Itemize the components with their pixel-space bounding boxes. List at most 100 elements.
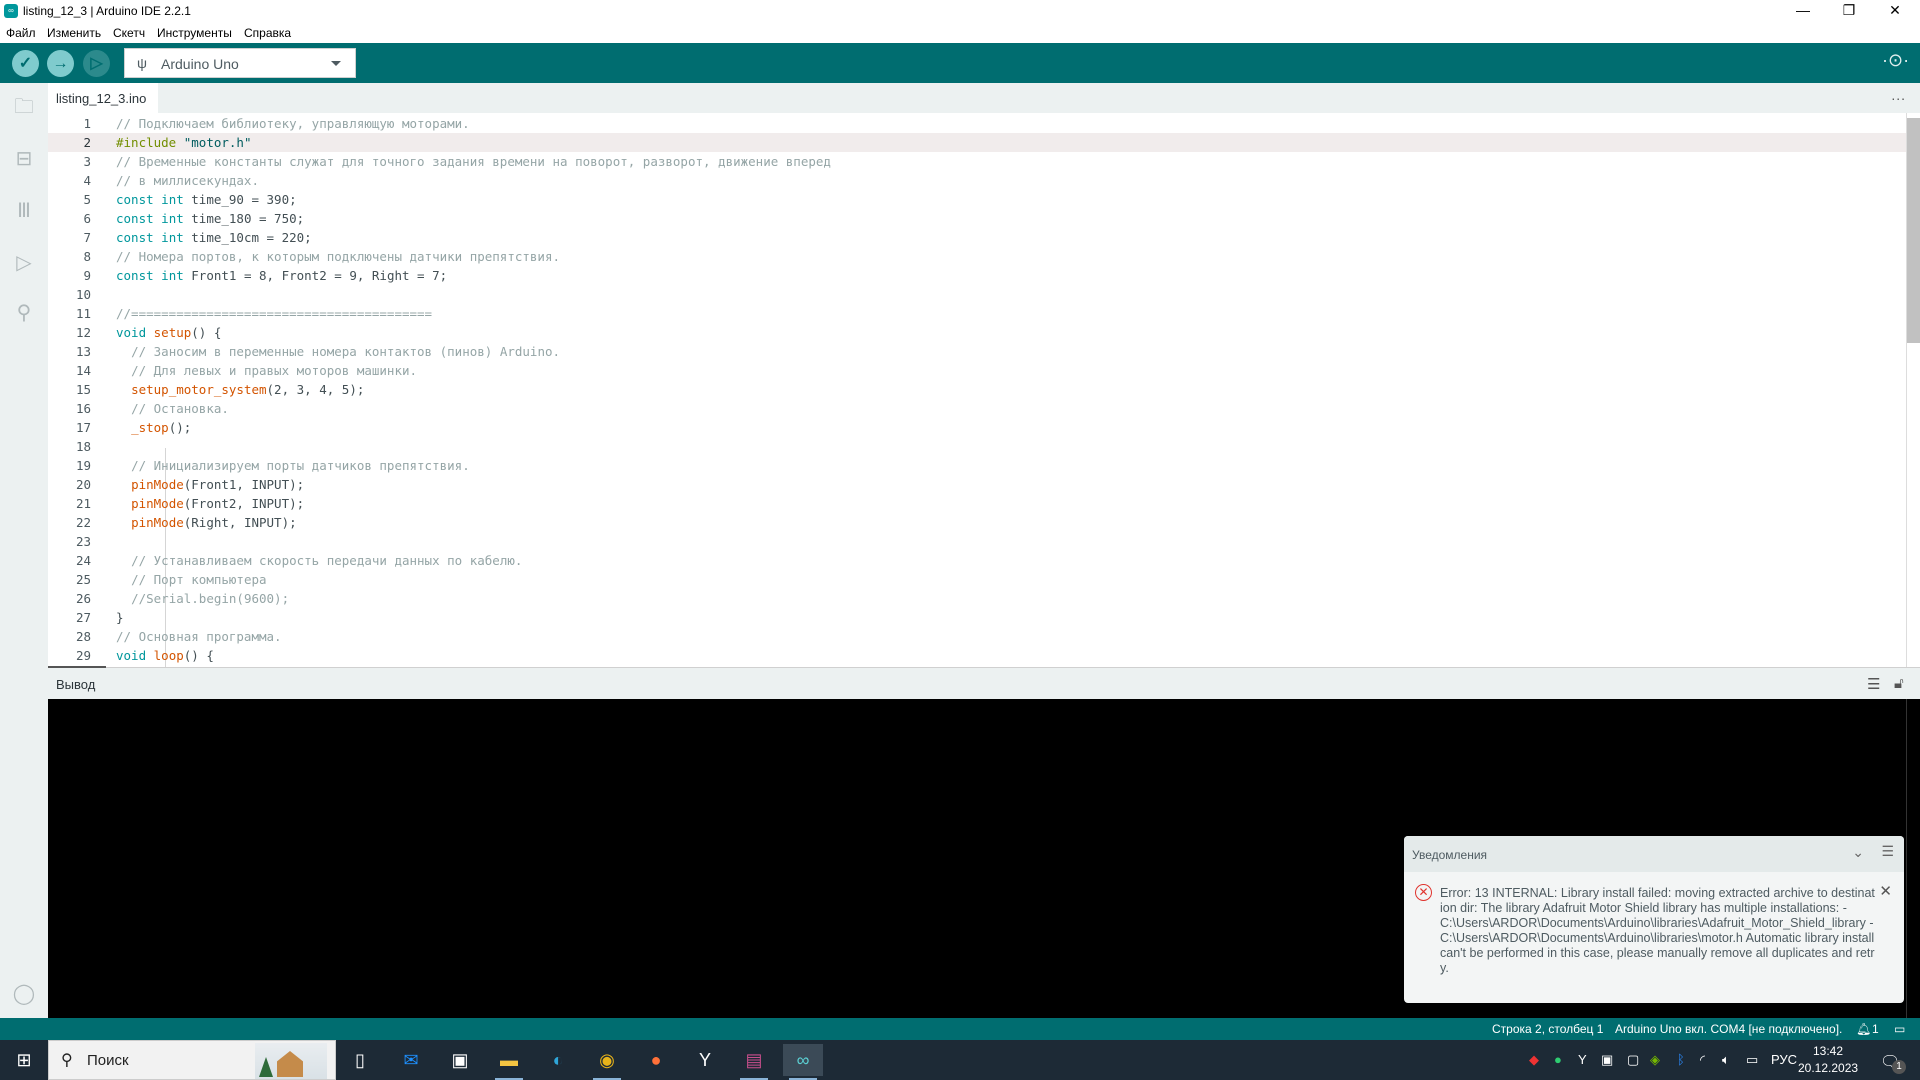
line-code: // Устанавливаем скорость передачи данны… xyxy=(131,553,523,568)
code-line[interactable]: 27} xyxy=(48,608,1906,627)
yandex-browser-app[interactable]: Y xyxy=(685,1044,725,1076)
line-number: 21 xyxy=(75,496,91,511)
taskbar-search[interactable]: ⚲ Поиск xyxy=(48,1040,336,1080)
sidebar-item-sketchbook[interactable]: 🗀 xyxy=(12,95,36,119)
code-line[interactable]: 6 const int time_180 = 750; xyxy=(48,209,1906,228)
code-editor[interactable]: 1 // Подключаем библиотеку, управляющую м… xyxy=(48,113,1920,667)
code-line[interactable]: 10 xyxy=(48,285,1906,304)
sidebar-item-debug[interactable]: ▷ xyxy=(12,251,36,275)
verify-button[interactable]: ✓ xyxy=(12,50,39,77)
code-line[interactable]: 9 const int Front1 = 8, Front2 = 9, Right… xyxy=(48,266,1906,285)
code-line[interactable]: 5 const int time_90 = 390; xyxy=(48,190,1906,209)
code-line[interactable]: 16 // Остановка. xyxy=(48,399,1906,418)
close-button[interactable]: ✕ xyxy=(1872,0,1918,22)
arduino-ide-app[interactable]: ∞ xyxy=(783,1044,823,1080)
collapse-notifications-button[interactable]: ⌄ xyxy=(1852,844,1864,861)
output-scrollbar[interactable] xyxy=(1906,699,1920,1018)
code-line[interactable]: 11 //====================================… xyxy=(48,304,1906,323)
menu-file[interactable]: Файл xyxy=(6,26,36,40)
volume-icon[interactable]: 🔈︎ xyxy=(1722,1052,1730,1068)
code-line[interactable]: 21 pinMode(Front2, INPUT); xyxy=(48,494,1906,513)
nvidia-icon[interactable]: ◈ xyxy=(1650,1052,1660,1068)
code-line[interactable]: 26 //Serial.begin(9600); xyxy=(48,589,1906,608)
menu-help[interactable]: Справка xyxy=(244,26,291,40)
code-line[interactable]: 13 // Заносим в переменные номера контак… xyxy=(48,342,1906,361)
notifications-bell-icon[interactable]: 🔔︎ xyxy=(1856,1022,1871,1036)
arduino-logo-icon: ∞ xyxy=(4,4,18,18)
edge-app[interactable]: ◐ xyxy=(538,1044,578,1076)
dismiss-notification-button[interactable]: ✕ xyxy=(1879,882,1892,900)
sidebar-item-search[interactable]: ⚲ xyxy=(12,301,36,325)
code-line[interactable]: 7 const int time_10cm = 220; xyxy=(48,228,1906,247)
camera-icon[interactable]: ▢ xyxy=(1627,1052,1639,1068)
editor-scrollbar-thumb[interactable] xyxy=(1907,118,1920,343)
debug-icon: ▷ xyxy=(16,252,32,274)
task-view-button[interactable]: ▯ xyxy=(340,1044,380,1076)
start-button[interactable]: ⊞ xyxy=(0,1040,48,1080)
line-code: _stop(); xyxy=(131,420,192,435)
board-status[interactable]: Arduino Uno вкл. COM4 [не подключено]. xyxy=(1615,1022,1842,1036)
debug-button[interactable]: ▷ xyxy=(83,50,110,77)
mail-app[interactable]: ✉ xyxy=(391,1044,431,1076)
clear-notifications-button[interactable]: ☰ xyxy=(1881,843,1894,860)
file-explorer-app[interactable]: ▬ xyxy=(489,1044,529,1080)
more-actions-button[interactable]: ... xyxy=(1891,87,1906,103)
code-line[interactable]: 8 // Номера портов, к которым подключены … xyxy=(48,247,1906,266)
code-line[interactable]: 15 setup_motor_system(2, 3, 4, 5); xyxy=(48,380,1906,399)
yandex-tray-icon[interactable]: Y xyxy=(1578,1052,1587,1067)
firefox-app[interactable]: ● xyxy=(636,1044,676,1076)
line-code: } xyxy=(116,610,124,625)
code-line[interactable]: 14 // Для левых и правых моторов машинки… xyxy=(48,361,1906,380)
sidebar-item-library[interactable]: Ⅲ xyxy=(12,199,36,223)
clear-output-button[interactable]: ☰ xyxy=(1867,675,1880,693)
output-label[interactable]: Вывод xyxy=(56,677,95,692)
code-line[interactable]: 22 pinMode(Right, INPUT); xyxy=(48,513,1906,532)
minimize-button[interactable]: — xyxy=(1780,0,1826,22)
line-code: setup_motor_system(2, 3, 4, 5); xyxy=(131,382,365,397)
scroll-lock-button[interactable]: 🔓︎ xyxy=(1894,675,1904,692)
code-line[interactable]: 4 // в миллисекундах. xyxy=(48,171,1906,190)
code-line[interactable]: 12 void setup() { xyxy=(48,323,1906,342)
menu-tools[interactable]: Инструменты xyxy=(157,26,232,40)
code-line[interactable]: 2 #include "motor.h" xyxy=(48,133,1906,152)
clock[interactable]: 13:42 20.12.2023 xyxy=(1798,1043,1858,1077)
winrar-app[interactable]: ▤ xyxy=(734,1044,774,1080)
editor-tab-bar: listing_12_3.ino ... xyxy=(48,83,1920,113)
screen-share-icon[interactable]: ▣ xyxy=(1601,1052,1613,1068)
code-line[interactable]: 17 _stop(); xyxy=(48,418,1906,437)
code-line[interactable]: 1 // Подключаем библиотеку, управляющую м… xyxy=(48,114,1906,133)
cursor-position[interactable]: Строка 2, столбец 1 xyxy=(1492,1022,1603,1036)
editor-scrollbar[interactable] xyxy=(1906,113,1920,667)
store-app[interactable]: ▣ xyxy=(440,1044,480,1076)
tab-listing-12-3[interactable]: listing_12_3.ino xyxy=(48,83,158,113)
line-number: 24 xyxy=(75,553,91,568)
bluetooth-icon[interactable]: ᛒ xyxy=(1677,1052,1685,1067)
menu-edit[interactable]: Изменить xyxy=(47,26,101,40)
sidebar-item-boards[interactable]: ⊟ xyxy=(12,147,36,171)
language-indicator[interactable]: РУС xyxy=(1771,1052,1797,1067)
board-selector[interactable]: ψ Arduino Uno xyxy=(124,48,356,78)
menu-sketch[interactable]: Скетч xyxy=(113,26,145,40)
notification-message: Error: 13 INTERNAL: Library install fail… xyxy=(1440,886,1875,975)
restore-button[interactable]: ❐ xyxy=(1826,0,1872,22)
code-line[interactable]: 18 xyxy=(48,437,1906,456)
line-number: 2 xyxy=(83,135,91,150)
code-line[interactable]: 25 // Порт компьютера xyxy=(48,570,1906,589)
code-line[interactable]: 28 // Основная программа. xyxy=(48,627,1906,646)
kaspersky-icon[interactable]: ● xyxy=(1554,1052,1562,1067)
account-button[interactable]: ◯ xyxy=(12,982,36,1006)
code-line[interactable]: 19 // Инициализируем порты датчиков преп… xyxy=(48,456,1906,475)
code-line[interactable]: 20 pinMode(Front1, INPUT); xyxy=(48,475,1906,494)
wifi-icon[interactable]: ◜ xyxy=(1700,1052,1705,1068)
code-line[interactable]: 23 xyxy=(48,532,1906,551)
chrome-app[interactable]: ◉ xyxy=(587,1044,627,1080)
code-line[interactable]: 3 // Временные константы служат для точно… xyxy=(48,152,1906,171)
code-line[interactable]: 24 // Устанавливаем скорость передачи да… xyxy=(48,551,1906,570)
upload-button[interactable]: → xyxy=(47,50,74,77)
line-number: 18 xyxy=(75,439,91,454)
code-line[interactable]: 29 void loop() { xyxy=(48,646,1906,665)
serial-monitor-button[interactable]: ·⊙· xyxy=(1882,40,1909,80)
tray-app-icon[interactable]: ◆ xyxy=(1529,1052,1539,1068)
battery-icon[interactable]: ▭ xyxy=(1746,1052,1758,1068)
toggle-panel-icon[interactable]: ▭ xyxy=(1894,1022,1905,1036)
